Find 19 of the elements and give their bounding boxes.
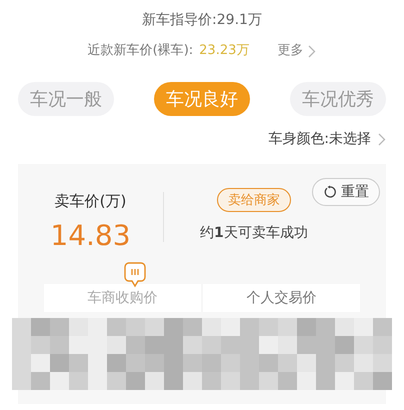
dealer-badge: 卖给商家	[216, 188, 291, 212]
sell-time-note: 约1天可卖车成功	[200, 224, 308, 242]
recent-price-label: 近款新车价(裸车):	[88, 42, 194, 60]
recent-price-value: 23.23万	[199, 42, 250, 60]
chevron-right-icon	[378, 132, 386, 146]
more-link[interactable]: 更多	[277, 42, 316, 60]
condition-tab[interactable]: 车况良好	[154, 82, 250, 116]
condition-tab[interactable]: 车况一般	[18, 82, 114, 116]
guide-price: 新车指导价:29.1万	[141, 11, 263, 30]
price-value: 14.83	[50, 219, 131, 252]
price-type-tab[interactable]: 个人交易价	[203, 284, 360, 312]
reset-icon	[323, 185, 337, 199]
price-type-tab[interactable]: 车商收购价	[44, 284, 201, 312]
price-label: 卖车价(万)	[54, 192, 126, 211]
slider-marker-icon[interactable]	[124, 262, 146, 288]
reset-button[interactable]: 重置	[312, 178, 380, 206]
condition-tab[interactable]: 车况优秀	[290, 82, 386, 116]
chevron-right-icon	[308, 44, 316, 58]
body-color-link[interactable]: 车身颜色:未选择	[268, 130, 386, 148]
